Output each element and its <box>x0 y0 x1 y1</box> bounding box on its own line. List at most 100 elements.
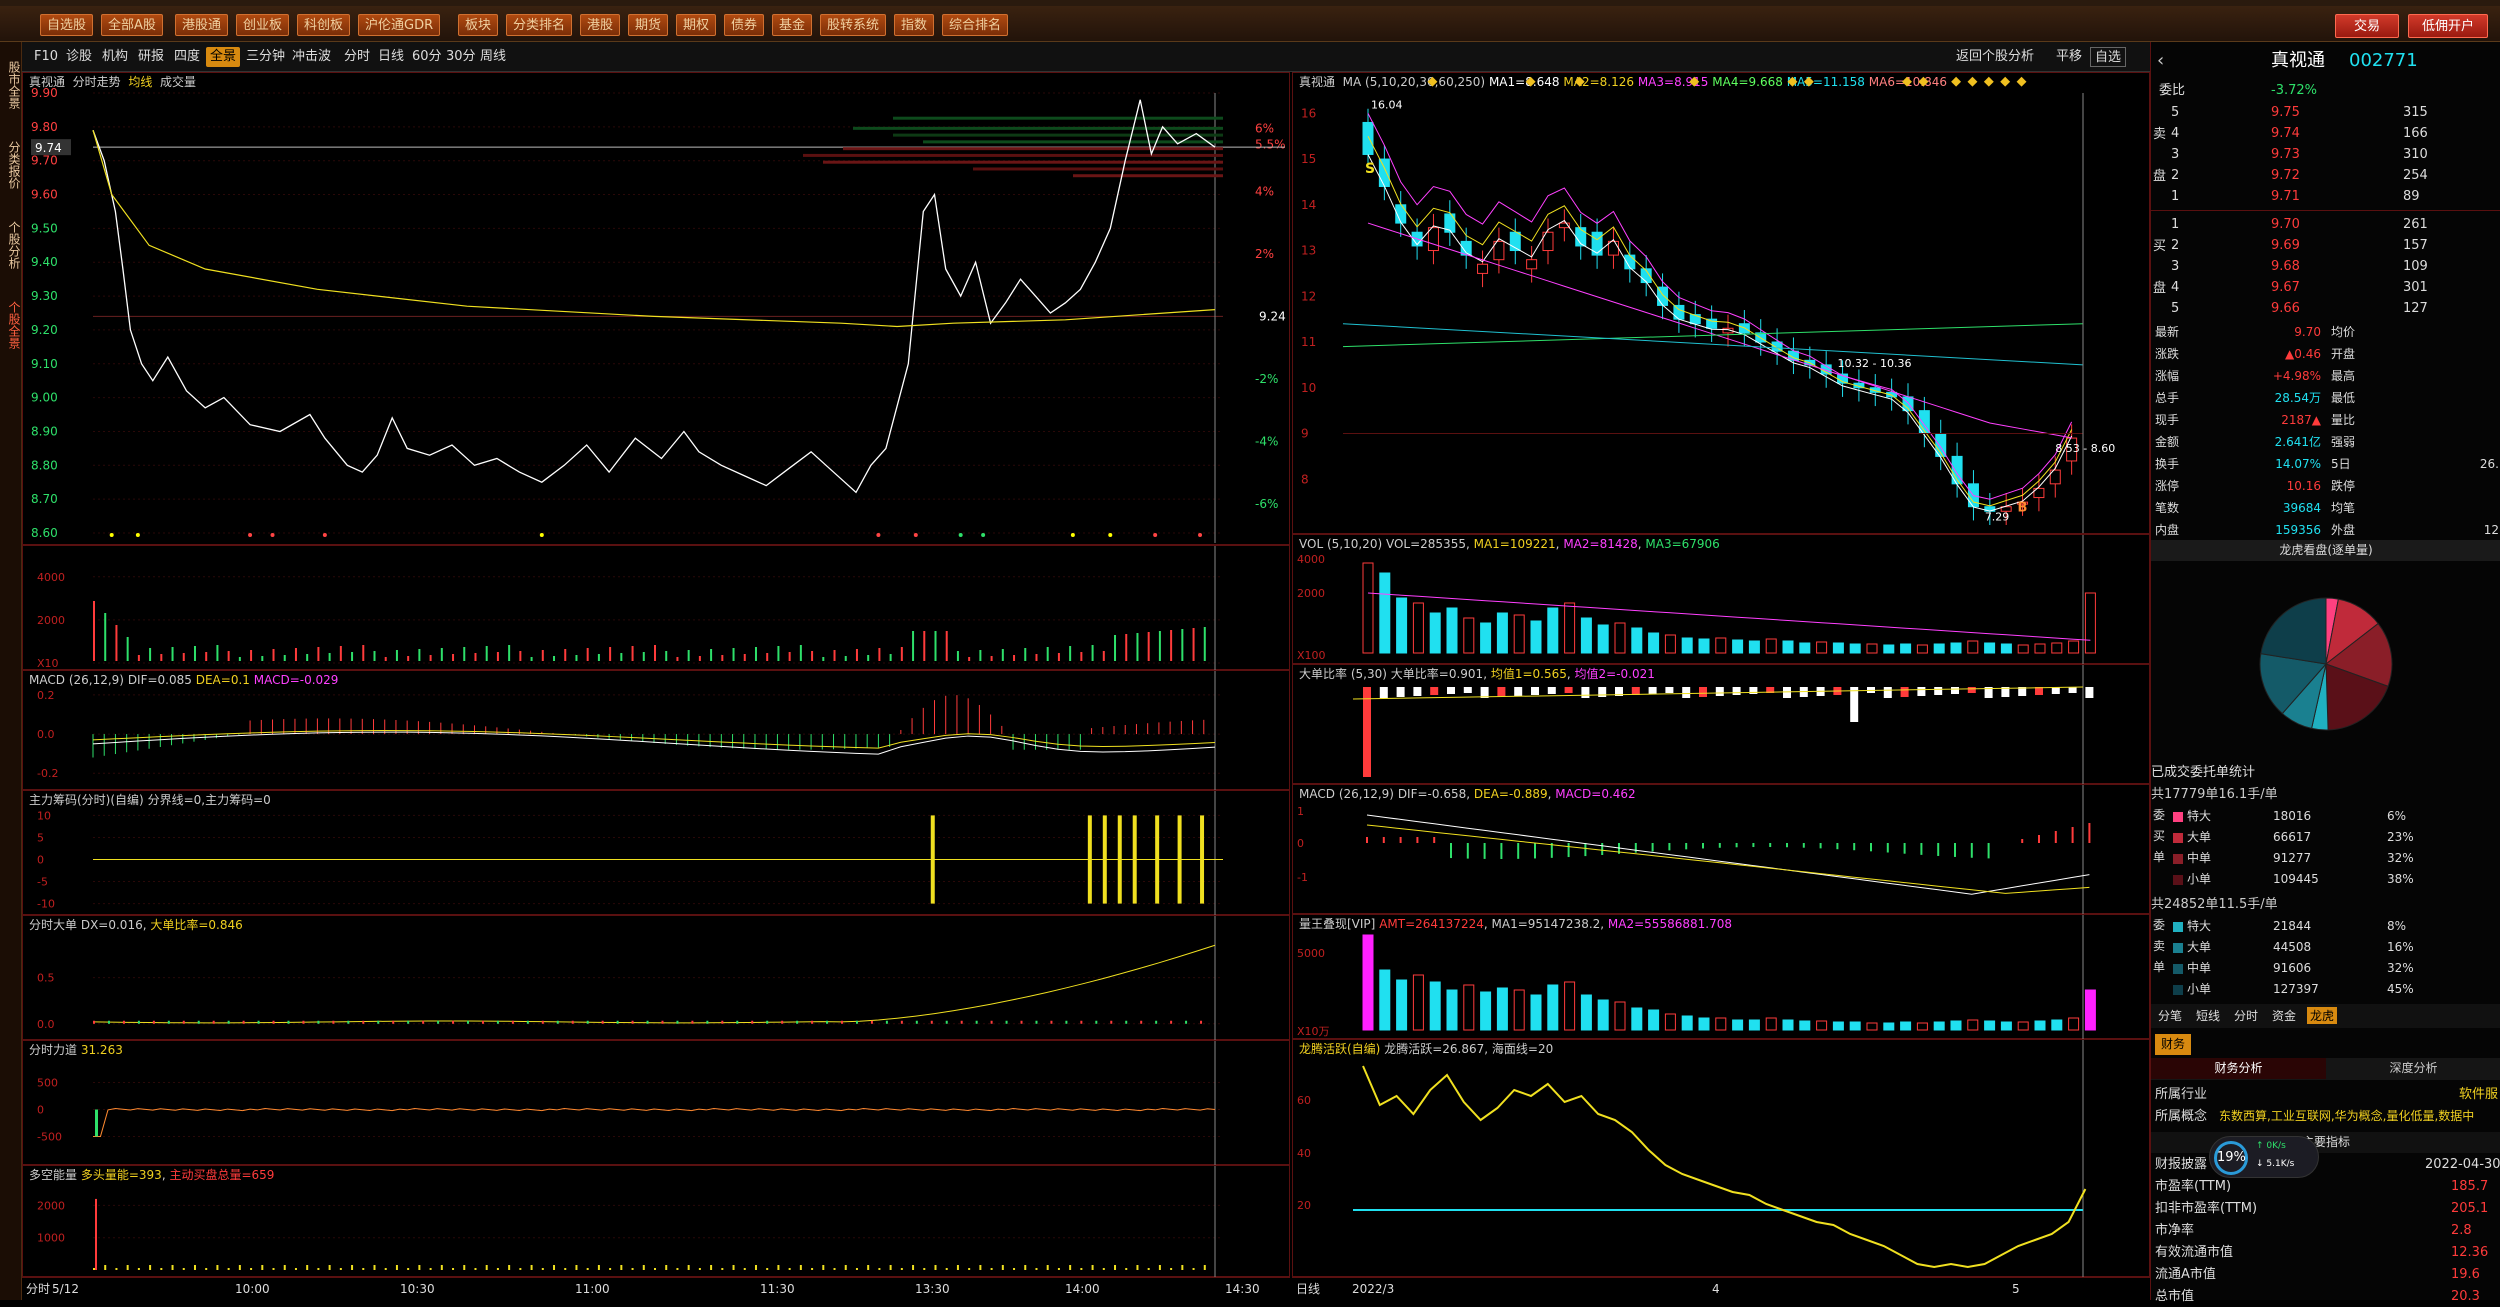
panorama-button[interactable]: 全景 <box>206 47 241 67</box>
finance-tab[interactable]: 财务 <box>2155 1034 2192 1055</box>
intraday-macd-pane[interactable]: MACD (26,12,9) DIF=0.085 DEA=0.1 MACD=-0… <box>22 670 1290 791</box>
detail-tab-3[interactable]: 资金 <box>2269 1007 2299 1024</box>
menu-btn-11[interactable]: 债券 <box>724 14 765 36</box>
finance-tab-row: 财务 <box>2151 1034 2500 1056</box>
damt-bar <box>1715 1017 1727 1031</box>
menu-btn-10[interactable]: 期权 <box>676 14 717 36</box>
period-daily[interactable]: 日线 <box>374 47 408 67</box>
metric-value: 185.7 <box>2451 1179 2489 1194</box>
stat-key2: 最高 <box>2331 369 2356 383</box>
ask-row[interactable]: 5 9.75 315 <box>2151 102 2500 123</box>
bid-row[interactable]: 3 9.68 109 <box>2151 256 2500 277</box>
intraday-chip-pane[interactable]: 主力筹码(分时)(自编) 分界线=0,主力筹码=0 10 5 0 -5 -10 <box>22 790 1290 916</box>
menu-btn-6[interactable]: 板块 <box>458 14 499 36</box>
tab-category-quote[interactable]: 分类报价 <box>1 130 21 200</box>
deep-analysis-tab[interactable]: 深度分析 <box>2326 1058 2500 1079</box>
finance-analysis-tab[interactable]: 财务分析 <box>2151 1058 2326 1079</box>
energy-bar <box>474 1268 477 1270</box>
open-account-button[interactable]: 低佣开户 <box>2408 14 2488 38</box>
volume-bar <box>115 625 118 661</box>
intraday-energy-pane[interactable]: 多空能量 多头量能=393, 主动买盘总量=659 2000 1000 <box>22 1165 1290 1278</box>
volume-bar <box>777 646 780 661</box>
menu-btn-1[interactable]: 全部A股 <box>101 14 163 36</box>
ask-level: 2 <box>2171 168 2180 183</box>
tab-stock-overview[interactable]: 个股全景 <box>1 290 21 360</box>
chart-toolbar: F10 诊股 机构 研报 四度 全景 三分钟 冲击波 分时 日线 60分 30分… <box>22 42 2150 72</box>
period-30min[interactable]: 30分 <box>442 47 480 67</box>
bid-row[interactable]: 5 9.66 127 <box>2151 298 2500 319</box>
damt-bar <box>1396 979 1408 1031</box>
menu-btn-7[interactable]: 分类排名 <box>506 14 573 36</box>
f10-button[interactable]: F10 <box>30 47 62 67</box>
ratio-bar <box>1783 687 1791 698</box>
daily-volume-pane[interactable]: VOL (5,10,20) VOL=285355, MA1=109221, MA… <box>1292 534 2150 665</box>
tab-market-overview[interactable]: 股市全景 <box>1 50 21 120</box>
four-degree-button[interactable]: 四度 <box>170 47 204 67</box>
daily-active-pane[interactable]: 龙腾活跃(自编) 龙腾活跃=26.867, 海面线=20 60 40 20 <box>1292 1039 2150 1278</box>
back-arrow-icon[interactable]: ‹ <box>2157 48 2164 74</box>
damt-bar <box>1984 1020 1996 1031</box>
daily-macd-pane[interactable]: MACD (26,12,9) DIF=-0.658, DEA=-0.889, M… <box>1292 784 2150 915</box>
institution-button[interactable]: 机构 <box>98 47 132 67</box>
dact-tick: 20 <box>1297 1199 1311 1212</box>
tab-stock-analysis[interactable]: 个股分析 <box>1 210 21 280</box>
ask-price: 9.74 <box>2271 126 2300 141</box>
period-weekly[interactable]: 周线 <box>476 47 510 67</box>
bid-row[interactable]: 4 9.67 301 <box>2151 277 2500 298</box>
dvol-tick: 4000 <box>1297 553 1325 566</box>
energy-bar <box>1080 1268 1083 1270</box>
daily-bigratio-pane[interactable]: 大单比率 (5,30) 大单比率=0.901, 均值1=0.565, 均值2=-… <box>1292 664 2150 785</box>
menu-btn-15[interactable]: 综合排名 <box>942 14 1009 36</box>
research-button[interactable]: 研报 <box>134 47 168 67</box>
period-60min[interactable]: 60分 <box>408 47 446 67</box>
bid-row[interactable]: 2 9.69 157 <box>2151 235 2500 256</box>
menu-btn-14[interactable]: 指数 <box>894 14 935 36</box>
three-min-button[interactable]: 三分钟 <box>242 47 289 67</box>
bid-volume: 109 <box>2403 259 2428 274</box>
pct-tick-label: 5.5% <box>1255 137 1286 151</box>
period-intraday[interactable]: 分时 <box>340 47 374 67</box>
menu-btn-13[interactable]: 股转系统 <box>820 14 887 36</box>
daily-macd-chart: 1 0 -1 <box>1297 785 2091 915</box>
bigorder-bar <box>571 1020 574 1024</box>
intraday-force-pane[interactable]: 分时力道 31.263 500 0 -500 <box>22 1040 1290 1166</box>
menu-btn-4[interactable]: 科创板 <box>297 14 351 36</box>
menu-btn-9[interactable]: 期货 <box>628 14 669 36</box>
trade-button[interactable]: 交易 <box>2335 14 2399 38</box>
bid-row[interactable]: 1 9.70 261 <box>2151 214 2500 235</box>
back-to-analysis-button[interactable]: 返回个股分析 <box>1952 47 2038 67</box>
axis-tick-label: -500 <box>37 1130 62 1143</box>
stat-row: 内盘 159356 外盘 12 <box>2151 520 2500 541</box>
ask-row[interactable]: 2 9.72 254 <box>2151 165 2500 186</box>
menu-btn-12[interactable]: 基金 <box>772 14 813 36</box>
detail-tab-2[interactable]: 分时 <box>2231 1007 2261 1024</box>
volume-bar <box>945 631 948 661</box>
ask-row[interactable]: 4 9.74 166 <box>2151 123 2500 144</box>
menu-btn-8[interactable]: 港股 <box>580 14 621 36</box>
menu-btn-3[interactable]: 创业板 <box>236 14 290 36</box>
menu-btn-2[interactable]: 港股通 <box>175 14 229 36</box>
daily-kline-pane[interactable]: 真视通 MA (5,10,20,30,60,250) MA1=8.648 MA2… <box>1292 72 2150 534</box>
ask-row[interactable]: 1 9.71 89 <box>2151 186 2500 207</box>
menu-btn-0[interactable]: 自选股 <box>40 14 94 36</box>
energy-bar <box>160 1268 163 1270</box>
daily-amount-pane[interactable]: 量王叠现[VIP] AMT=264137224, MA1=95147238.2,… <box>1292 914 2150 1040</box>
intraday-bigorder-pane[interactable]: 分时大单 DX=0.016, 大单比率=0.846 0.5 0.0 <box>22 915 1290 1041</box>
detail-tab-0[interactable]: 分笔 <box>2155 1007 2185 1024</box>
watchlist-dropdown[interactable]: 自选 <box>2090 47 2127 67</box>
intraday-price-pane[interactable]: 真视通 分时走势 均线 成交量 9.90 9.80 9.70 9.60 9.50 9.40… <box>22 72 1290 545</box>
diagnose-button[interactable]: 诊股 <box>62 47 96 67</box>
stat-value: 10.16 <box>2286 479 2321 493</box>
menu-btn-5[interactable]: 沪伦通GDR <box>358 14 441 36</box>
detail-tab-1[interactable]: 短线 <box>2193 1007 2223 1024</box>
pan-button[interactable]: 平移 <box>2052 47 2086 67</box>
detail-tab-4[interactable]: 龙虎 <box>2307 1007 2338 1024</box>
volume-bar <box>665 651 668 661</box>
volume-bar <box>766 653 769 661</box>
ask-row[interactable]: 3 9.73 310 <box>2151 144 2500 165</box>
volume-bar <box>351 652 354 661</box>
bigorder-bar <box>182 1020 185 1024</box>
intraday-volume-pane[interactable]: 4000 2000 X10 <box>22 545 1290 671</box>
volume-bar <box>833 650 836 661</box>
shock-wave-button[interactable]: 冲击波 <box>288 47 335 67</box>
